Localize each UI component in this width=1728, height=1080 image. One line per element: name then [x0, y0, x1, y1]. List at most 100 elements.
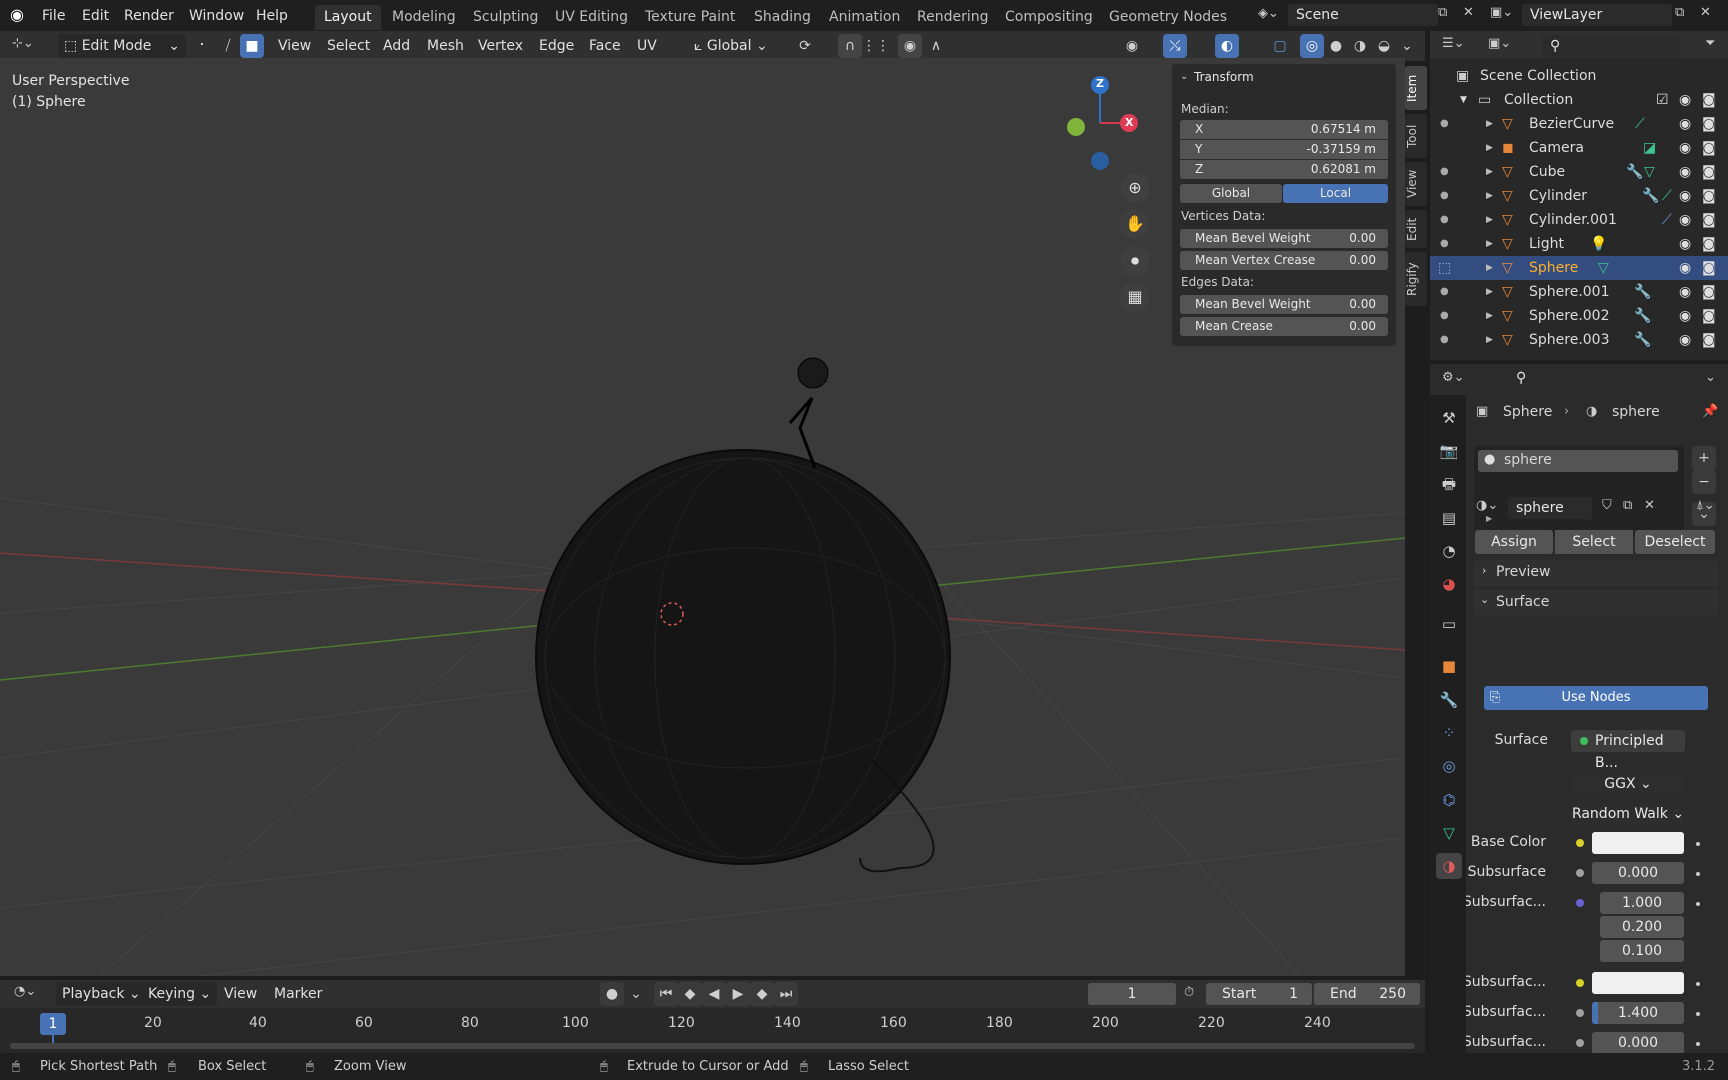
world-tab-icon[interactable]: ◕: [1436, 571, 1462, 597]
sidebar-tab-tool[interactable]: Tool: [1405, 114, 1427, 158]
play-icon[interactable]: ▶: [726, 982, 750, 1006]
timeline-scrollbar[interactable]: [10, 1043, 1415, 1049]
outliner-editor-icon[interactable]: ☰⌄: [1442, 36, 1465, 51]
expand-icon[interactable]: ▶: [1486, 256, 1493, 280]
median-y-field[interactable]: Y -0.37159 m: [1180, 140, 1388, 159]
menu-render[interactable]: Render: [118, 5, 180, 27]
collection-checkbox-icon[interactable]: ☑: [1656, 88, 1669, 112]
menu-view[interactable]: View: [272, 34, 317, 58]
record-icon[interactable]: ●: [600, 982, 624, 1006]
constraints-tab-icon[interactable]: ⌬: [1436, 787, 1462, 813]
eye-icon[interactable]: ◉: [1679, 112, 1691, 136]
workspace-tab-geometry-nodes[interactable]: Geometry Nodes: [1100, 5, 1236, 30]
properties-editor-icon[interactable]: ⚙⌄: [1442, 370, 1465, 385]
render-icon[interactable]: ◙: [1702, 160, 1716, 184]
keyframe-dot[interactable]: [1696, 872, 1700, 876]
camera-data-icon[interactable]: ◪: [1643, 136, 1656, 160]
mesh-data-icon[interactable]: ▽: [1644, 160, 1655, 184]
keyframe-dot[interactable]: [1696, 902, 1700, 906]
render-icon[interactable]: ◙: [1702, 256, 1716, 280]
menu-add[interactable]: Add: [377, 34, 416, 58]
menu-edge[interactable]: Edge: [533, 34, 580, 58]
scene-close-icon[interactable]: ✕: [1463, 5, 1474, 20]
eye-icon[interactable]: ◉: [1679, 232, 1691, 256]
navigation-gizmo[interactable]: Z X: [1060, 73, 1140, 183]
render-icon[interactable]: ◙: [1702, 184, 1716, 208]
global-toggle[interactable]: Global: [1180, 184, 1282, 203]
output-tab-icon[interactable]: 🖶: [1436, 471, 1462, 497]
collection-render-icon[interactable]: ◙: [1702, 88, 1716, 112]
eye-icon[interactable]: ◉: [1679, 256, 1691, 280]
zoom-icon[interactable]: ⊕: [1120, 173, 1150, 203]
expand-icon[interactable]: ▶: [1486, 304, 1493, 328]
menu-window[interactable]: Window: [183, 5, 250, 27]
outliner-row-cylinder-001[interactable]: ● ▶ ▽ Cylinder.001 ⟋ ◉ ◙: [1430, 208, 1728, 232]
workspace-tab-shading[interactable]: Shading: [745, 5, 820, 30]
render-tab-icon[interactable]: 📷: [1436, 438, 1462, 464]
add-slot-icon[interactable]: +: [1692, 446, 1716, 470]
outliner-row-sphere[interactable]: ⬚ ▶ ▽ Sphere ▽ ◉ ◙: [1430, 256, 1728, 280]
remove-slot-icon[interactable]: −: [1692, 470, 1716, 494]
face-select-icon[interactable]: ■: [240, 34, 264, 58]
menu-select[interactable]: Select: [321, 34, 376, 58]
workspace-tab-uv-editing[interactable]: UV Editing: [546, 5, 637, 30]
expand-icon[interactable]: ▶: [1486, 160, 1493, 184]
expand-icon[interactable]: ▶: [1486, 280, 1493, 304]
expand-icon[interactable]: ▶: [1486, 184, 1493, 208]
panel-collapse-icon[interactable]: ⌄: [1180, 71, 1188, 82]
view-layer-close-icon[interactable]: ✕: [1700, 5, 1711, 20]
outliner-row-cylinder[interactable]: ● ▶ ▽ Cylinder 🔧 ⟋ ◉ ◙: [1430, 184, 1728, 208]
physics-tab-icon[interactable]: ◎: [1436, 753, 1462, 779]
preview-panel-header[interactable]: › Preview: [1474, 560, 1718, 586]
outliner-search-input[interactable]: ⚲: [1542, 35, 1680, 57]
mode-dropdown[interactable]: ⬚ Edit Mode ⌄: [58, 34, 186, 58]
collection-row[interactable]: ▼ ▭ Collection ☑ ◉ ◙: [1430, 88, 1728, 112]
menu-edit[interactable]: Edit: [76, 5, 115, 27]
modifier-icon[interactable]: 🔧: [1634, 280, 1651, 304]
visibility-icon[interactable]: ◉: [1120, 34, 1144, 58]
workspace-tab-sculpting[interactable]: Sculpting: [464, 5, 547, 30]
collection-tab-icon[interactable]: ▭: [1436, 611, 1462, 637]
next-keyframe-icon[interactable]: ◆: [750, 982, 774, 1006]
distribution-dropdown[interactable]: GGX ⌄: [1571, 773, 1685, 795]
browse-material-icon[interactable]: ◑⌄: [1476, 498, 1498, 513]
eye-icon[interactable]: ◉: [1679, 304, 1691, 328]
particles-tab-icon[interactable]: ⁘: [1436, 720, 1462, 746]
mesh-data-icon[interactable]: ▽: [1598, 256, 1609, 280]
duplicate-material-icon[interactable]: ⧉: [1623, 498, 1632, 513]
menu-vertex[interactable]: Vertex: [472, 34, 529, 58]
fake-user-shield-icon[interactable]: ⛉: [1602, 498, 1612, 513]
keyframe-dot[interactable]: [1696, 982, 1700, 986]
rendered-shading-icon[interactable]: ◒: [1372, 34, 1396, 58]
auto-key-chevron-icon[interactable]: ⌄: [624, 982, 648, 1006]
expand-icon[interactable]: ▶: [1486, 208, 1493, 232]
eye-icon[interactable]: ◉: [1679, 208, 1691, 232]
falloff-icon[interactable]: ∧: [924, 34, 948, 58]
sidebar-tab-rigify[interactable]: Rigify: [1405, 252, 1427, 306]
scene-copy-icon[interactable]: ⧉: [1438, 5, 1447, 20]
playback-menu[interactable]: Playback ⌄: [56, 982, 147, 1006]
workspace-tab-texture-paint[interactable]: Texture Paint: [636, 5, 744, 30]
keyframe-dot[interactable]: [1696, 842, 1700, 846]
camera-view-icon[interactable]: ⏺: [1120, 246, 1150, 276]
curve-data-icon[interactable]: ⟋: [1635, 112, 1645, 136]
timeline-view-menu[interactable]: View: [218, 982, 263, 1006]
material-slot-item[interactable]: ● sphere: [1478, 450, 1678, 472]
deselect-button[interactable]: Deselect: [1635, 530, 1715, 554]
view-layer-tab-icon[interactable]: ▤: [1436, 505, 1462, 531]
modifier-icon[interactable]: 🔧: [1634, 304, 1651, 328]
node-link-icon[interactable]: ⍋⌄: [1696, 498, 1715, 513]
use-nodes-button[interactable]: ⎘ Use Nodes: [1484, 686, 1708, 710]
snap-increment-icon[interactable]: ⋮⋮: [862, 34, 890, 58]
menu-face[interactable]: Face: [583, 34, 627, 58]
current-frame-field[interactable]: 1: [1088, 983, 1176, 1005]
render-icon[interactable]: ◙: [1702, 328, 1716, 352]
modifier-tab-icon[interactable]: 🔧: [1436, 687, 1462, 713]
gizmo-toggle-icon[interactable]: ⤯: [1163, 34, 1187, 58]
outliner-row-camera[interactable]: ▶ ◼ Camera ◪ ◉ ◙: [1430, 136, 1728, 160]
xray-toggle-icon[interactable]: ▢: [1268, 34, 1292, 58]
view-layer-icon[interactable]: ▣⌄: [1490, 5, 1513, 20]
menu-file[interactable]: File: [36, 5, 71, 27]
subsurface-color-socket-dot[interactable]: [1576, 979, 1584, 987]
play-reverse-icon[interactable]: ◀: [702, 982, 726, 1006]
